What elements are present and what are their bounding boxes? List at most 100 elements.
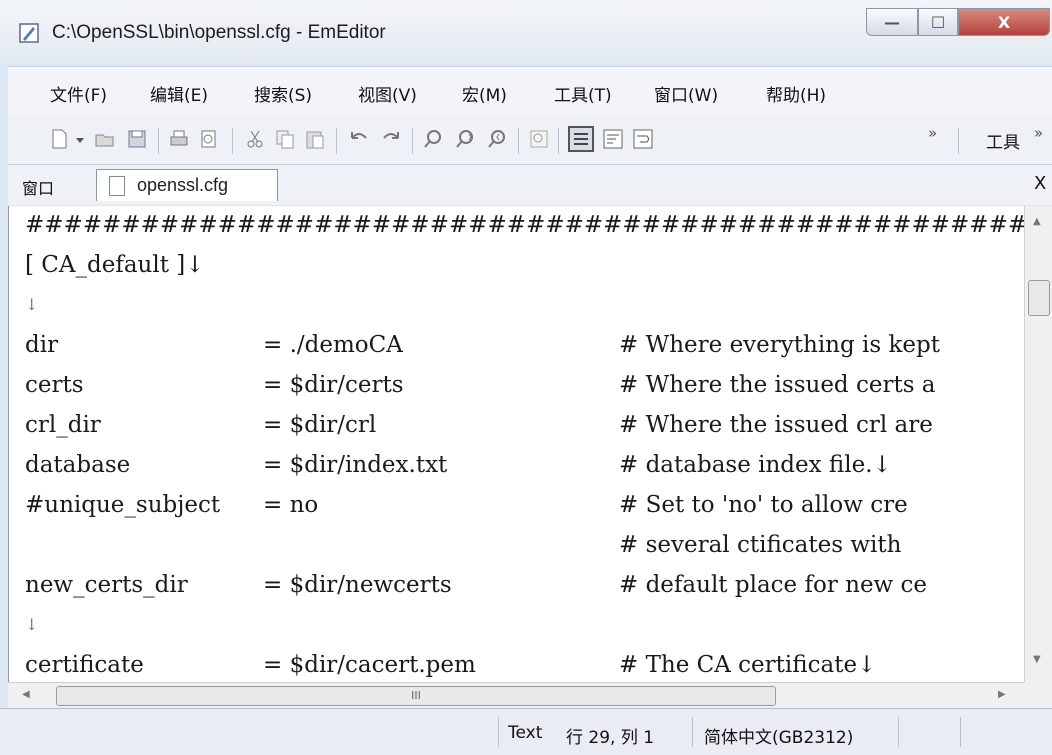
code-line: certificate = $dir/cacert.pem # The CA c… (25, 646, 876, 682)
window-title: C:\OpenSSL\bin\openssl.cfg - EmEditor (52, 22, 386, 43)
scroll-corner (1024, 682, 1052, 708)
line-key: new_certs_dir (25, 572, 188, 598)
vertical-scroll-thumb[interactable] (1028, 280, 1050, 316)
code-line: certs = $dir/certs # Where the issued ce… (25, 366, 936, 404)
minimize-button[interactable]: — (866, 8, 918, 36)
code-line: ↓ (25, 286, 56, 324)
copy-icon[interactable] (274, 128, 296, 150)
code-line: #unique_subject = no # Set to 'no' to al… (25, 486, 908, 524)
toolbar-separator (158, 128, 159, 154)
line-value: = no (263, 492, 319, 518)
status-separator (498, 717, 499, 747)
status-mode[interactable]: Text (508, 723, 542, 743)
redo-icon[interactable] (380, 128, 402, 150)
line-value: = $dir/index.txt (263, 452, 448, 478)
maximize-button[interactable]: ☐ (918, 8, 958, 36)
tab-bar: 窗口 openssl.cfg X (8, 164, 1052, 205)
status-encoding[interactable]: 简体中文(GB2312) (704, 723, 853, 748)
code-line: ########################################… (25, 206, 1025, 244)
print-preview-icon[interactable] (198, 128, 220, 150)
line-key: certificate (25, 652, 144, 678)
line-text: [ CA_default ]↓ (25, 252, 205, 278)
code-line: ↓ (25, 606, 56, 644)
menu-macro[interactable]: 宏(M) (462, 81, 507, 106)
code-line: [ CA_default ]↓ (25, 246, 205, 284)
wrap-icon[interactable] (602, 128, 624, 150)
editor-text-area[interactable]: ########################################… (8, 206, 1025, 682)
line-key: dir (25, 332, 59, 358)
print-icon[interactable] (168, 128, 190, 150)
view-mode-icon[interactable] (568, 126, 594, 152)
close-window-button[interactable]: X (958, 8, 1050, 36)
status-separator (960, 717, 961, 747)
menu-help[interactable]: 帮助(H) (766, 81, 826, 106)
toolbar-separator (336, 128, 337, 154)
emeditor-app-icon (19, 23, 39, 43)
save-icon[interactable] (126, 128, 148, 150)
dropdown-arrow-icon[interactable] (74, 128, 86, 150)
toolbar-separator (232, 128, 233, 154)
open-folder-icon[interactable] (94, 128, 116, 150)
horizontal-scroll-thumb[interactable]: III (56, 686, 776, 706)
line-comment: # Set to 'no' to allow cre (619, 492, 908, 518)
code-line: dir = ./demoCA # Where everything is kep… (25, 326, 940, 364)
line-text: ↓ (25, 615, 39, 634)
tab-openssl-cfg[interactable]: openssl.cfg (96, 169, 278, 201)
line-key: database (25, 452, 131, 478)
maximize-icon: ☐ (930, 12, 946, 32)
toolbar-separator (958, 128, 959, 154)
line-comment: # Where the issued crl are (619, 412, 933, 438)
find-previous-icon[interactable] (486, 128, 508, 150)
toolbar: » 工具 » (8, 116, 1052, 164)
vertical-scrollbar[interactable]: ▲ ▼ (1024, 206, 1052, 682)
scroll-up-icon[interactable]: ▲ (1033, 216, 1041, 227)
toolbar-separator (412, 128, 413, 154)
menu-file[interactable]: 文件(F) (50, 81, 107, 106)
close-tab-icon[interactable]: X (1034, 173, 1046, 194)
line-comment: # Where the issued certs a (619, 372, 936, 398)
menu-edit[interactable]: 编辑(E) (150, 81, 208, 106)
toolbar-overflow-icon[interactable]: » (928, 124, 937, 142)
paste-icon[interactable] (304, 128, 326, 150)
code-line: database = $dir/index.txt # database ind… (25, 446, 892, 484)
menu-tools[interactable]: 工具(T) (554, 81, 612, 106)
undo-icon[interactable] (348, 128, 370, 150)
tools-overflow-icon[interactable]: » (1034, 124, 1043, 142)
find-next-icon[interactable] (454, 128, 476, 150)
title-bar[interactable]: C:\OpenSSL\bin\openssl.cfg - EmEditor — … (0, 0, 1052, 64)
status-cursor-position[interactable]: 行 29, 列 1 (566, 723, 654, 748)
line-value: = $dir/newcerts (263, 572, 452, 598)
line-comment: # database index file.↓ (619, 452, 892, 478)
line-key: certs (25, 372, 84, 398)
line-value: = $dir/certs (263, 372, 404, 398)
find-icon[interactable] (422, 128, 444, 150)
line-text: ↓ (25, 295, 39, 314)
line-key: #unique_subject (25, 492, 221, 518)
wrap-window-icon[interactable] (632, 128, 654, 150)
status-separator (898, 717, 899, 747)
cut-icon[interactable] (244, 128, 266, 150)
horizontal-scrollbar[interactable]: ◀ III ▶ (8, 682, 1024, 709)
status-separator (692, 717, 693, 747)
line-comment: # several ctificates with (619, 532, 902, 558)
menu-search[interactable]: 搜索(S) (254, 81, 312, 106)
status-bar: Text 行 29, 列 1 简体中文(GB2312) (0, 708, 1052, 755)
clear-highlight-icon[interactable] (528, 128, 550, 150)
document-icon (109, 176, 125, 196)
scroll-right-icon[interactable]: ▶ (998, 689, 1006, 700)
line-value: = $dir/cacert.pem (263, 652, 476, 678)
new-file-icon[interactable] (48, 128, 70, 150)
close-icon: X (997, 12, 1011, 32)
scroll-down-icon[interactable]: ▼ (1033, 654, 1041, 665)
tools-toolbar-label[interactable]: 工具 (986, 128, 1020, 153)
toolbar-separator (558, 128, 559, 154)
scroll-left-icon[interactable]: ◀ (22, 689, 30, 700)
menu-window[interactable]: 窗口(W) (654, 81, 718, 106)
menu-view[interactable]: 视图(V) (358, 81, 417, 106)
line-key: crl_dir (25, 412, 101, 438)
line-value: = ./demoCA (263, 332, 403, 358)
line-value: = $dir/crl (263, 412, 377, 438)
line-comment: # Where everything is kept (619, 332, 941, 358)
menu-bar: 文件(F) 编辑(E) 搜索(S) 视图(V) 宏(M) 工具(T) 窗口(W)… (8, 66, 1052, 117)
window-list-label[interactable]: 窗口 (22, 175, 54, 199)
